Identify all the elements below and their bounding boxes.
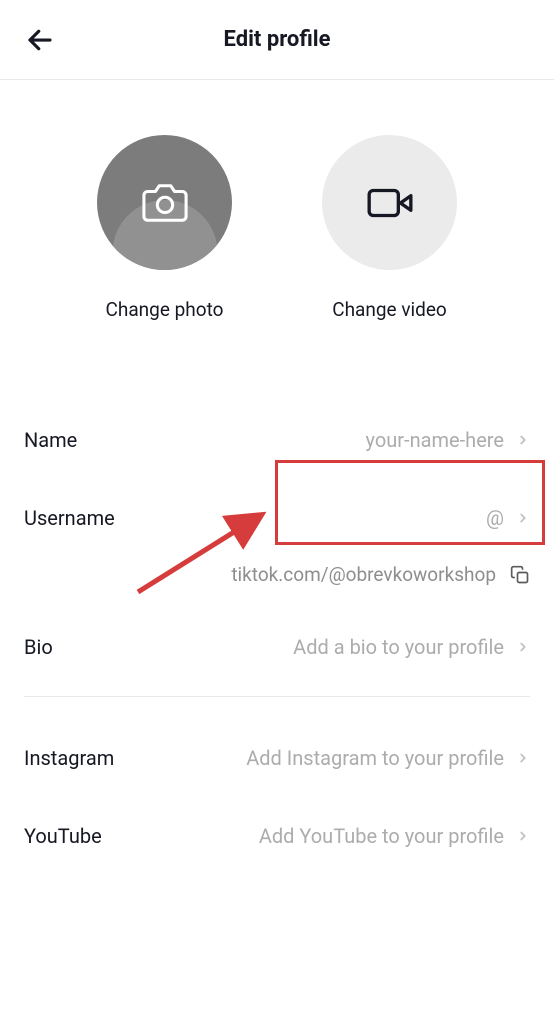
change-video-label: Change video <box>332 298 447 321</box>
change-photo-button[interactable]: Change photo <box>97 135 232 321</box>
change-photo-label: Change photo <box>106 298 224 321</box>
youtube-value-wrap: Add YouTube to your profile <box>259 824 530 848</box>
name-value: your-name-here <box>366 428 504 452</box>
profile-url-row: tiktok.com/@obrevkoworkshop <box>0 557 554 608</box>
copy-button[interactable] <box>510 565 530 585</box>
name-value-wrap: your-name-here <box>366 428 530 452</box>
username-value-wrap: @ <box>115 506 530 530</box>
change-video-button[interactable]: Change video <box>322 135 457 321</box>
name-row[interactable]: Name your-name-here <box>0 401 554 479</box>
camera-icon <box>142 180 188 226</box>
instagram-row[interactable]: Instagram Add Instagram to your profile <box>0 719 554 797</box>
chevron-right-icon <box>516 433 530 447</box>
video-circle <box>322 135 457 270</box>
media-section: Change photo Change video <box>0 80 554 361</box>
back-button[interactable] <box>20 20 60 60</box>
instagram-value-wrap: Add Instagram to your profile <box>246 746 530 770</box>
video-icon <box>365 178 415 228</box>
youtube-row[interactable]: YouTube Add YouTube to your profile <box>0 797 554 875</box>
bio-label: Bio <box>24 635 53 659</box>
instagram-label: Instagram <box>24 746 114 770</box>
youtube-placeholder: Add YouTube to your profile <box>259 824 504 848</box>
chevron-right-icon <box>516 640 530 654</box>
bio-value-wrap: Add a bio to your profile <box>293 635 530 659</box>
header: Edit profile <box>0 0 554 80</box>
instagram-placeholder: Add Instagram to your profile <box>246 746 504 770</box>
divider <box>24 696 530 697</box>
chevron-right-icon <box>516 751 530 765</box>
youtube-label: YouTube <box>24 824 102 848</box>
profile-url-text: tiktok.com/@obrevkoworkshop <box>231 563 496 586</box>
name-label: Name <box>24 428 77 452</box>
settings-list: Name your-name-here Username @ tiktok.co… <box>0 361 554 875</box>
copy-icon <box>510 565 530 585</box>
photo-avatar-circle <box>97 135 232 270</box>
bio-row[interactable]: Bio Add a bio to your profile <box>0 608 554 686</box>
username-value: @ <box>486 506 504 530</box>
arrow-left-icon <box>25 25 55 55</box>
bio-placeholder: Add a bio to your profile <box>293 635 504 659</box>
chevron-right-icon <box>516 511 530 525</box>
page-title: Edit profile <box>20 27 534 52</box>
chevron-right-icon <box>516 829 530 843</box>
username-row[interactable]: Username @ <box>0 479 554 557</box>
username-label: Username <box>24 506 115 530</box>
